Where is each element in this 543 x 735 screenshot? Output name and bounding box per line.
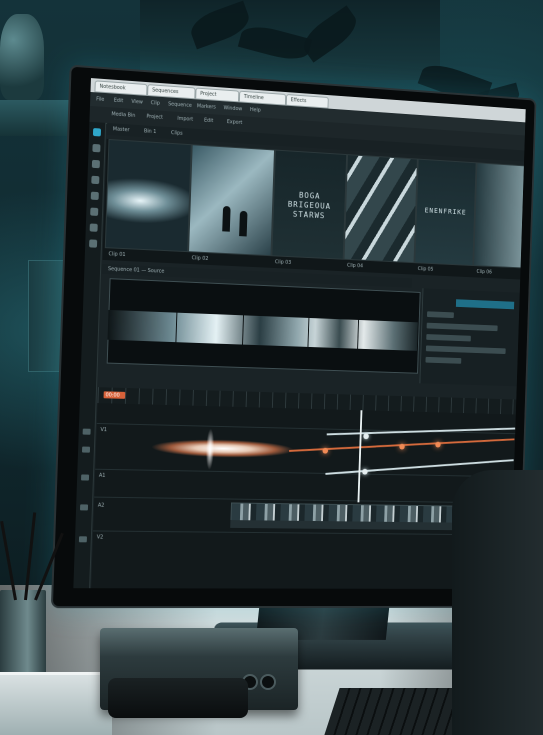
toolbar-export[interactable]: Export bbox=[227, 119, 243, 126]
thumb-label: Clip 06 bbox=[476, 269, 492, 276]
pen-holder bbox=[0, 590, 46, 680]
track-label: V1 bbox=[100, 427, 108, 434]
audio-knob bbox=[260, 674, 276, 690]
tab-label: Effects bbox=[290, 97, 307, 105]
hand-icon[interactable] bbox=[91, 159, 100, 169]
timecode-label: 00:00 bbox=[105, 392, 120, 399]
media-thumbnail[interactable] bbox=[188, 144, 275, 257]
media-thumbnail[interactable]: BOGA BRIGEOUA STARWS bbox=[271, 149, 348, 260]
thumb-label: Clip 01 bbox=[108, 251, 126, 259]
marker-icon[interactable] bbox=[90, 191, 99, 201]
notebook bbox=[0, 672, 112, 735]
audio-peak bbox=[201, 419, 219, 479]
menu-item-help[interactable]: Help bbox=[250, 107, 261, 114]
toolbar-edit[interactable]: Edit bbox=[204, 118, 213, 124]
media-thumbnail[interactable] bbox=[473, 162, 526, 269]
track-toggle[interactable] bbox=[81, 446, 91, 453]
tab-label: Notesbook bbox=[99, 83, 126, 92]
track-label: A1 bbox=[98, 472, 106, 479]
track-label: V2 bbox=[96, 534, 104, 541]
office-chair bbox=[452, 470, 543, 735]
track-toggle[interactable] bbox=[79, 504, 89, 511]
inspector-field[interactable] bbox=[425, 356, 462, 364]
track-label: A2 bbox=[97, 502, 105, 509]
lock-icon[interactable] bbox=[90, 207, 99, 216]
menu-item-window[interactable]: Window bbox=[223, 105, 242, 112]
person-silhouette bbox=[222, 205, 231, 232]
track-toggle[interactable] bbox=[81, 474, 90, 481]
tab-label: Project bbox=[200, 90, 217, 98]
keyboard bbox=[324, 688, 470, 735]
scissors-icon[interactable] bbox=[92, 143, 101, 153]
wall-shelf bbox=[0, 100, 70, 136]
media-thumbnail[interactable] bbox=[104, 138, 192, 253]
eye-icon[interactable] bbox=[89, 223, 98, 232]
track-toggle[interactable] bbox=[78, 536, 87, 543]
bin-tab-bin1[interactable]: Bin 1 bbox=[144, 128, 157, 135]
bin-tab-master[interactable]: Master bbox=[113, 126, 130, 133]
media-thumbnail[interactable] bbox=[343, 154, 418, 264]
menu-item-markers[interactable]: Markers bbox=[197, 103, 216, 110]
thumb-label: Clip 04 bbox=[346, 262, 364, 270]
select-icon[interactable] bbox=[92, 128, 102, 137]
tab-label: Sequences bbox=[152, 87, 179, 96]
tab-label: Timeline bbox=[243, 93, 264, 102]
menu-item-file[interactable]: File bbox=[96, 96, 104, 103]
desk-scene: Notesbook Sequences Project Timeline Eff… bbox=[0, 0, 543, 735]
title-card-text: ENENFRIKE bbox=[424, 206, 467, 217]
zoom-icon[interactable] bbox=[91, 175, 100, 185]
thumb-label: Clip 02 bbox=[191, 255, 209, 262]
menu-item-clip[interactable]: Clip bbox=[151, 100, 160, 107]
bin-tab-clips[interactable]: Clips bbox=[171, 130, 183, 137]
speaker-icon[interactable] bbox=[89, 239, 98, 248]
inspector-field[interactable] bbox=[426, 311, 454, 319]
toolbar-import[interactable]: Import bbox=[177, 116, 193, 123]
vase bbox=[0, 14, 44, 100]
menu-item-view[interactable]: View bbox=[131, 99, 143, 106]
toolbar-project[interactable]: Project bbox=[146, 114, 163, 121]
track-toggle[interactable] bbox=[82, 428, 91, 435]
menu-item-edit[interactable]: Edit bbox=[114, 98, 124, 105]
media-thumbnail[interactable]: ENENFRIKE bbox=[414, 158, 477, 267]
thumb-label: Clip 05 bbox=[417, 266, 434, 273]
thumb-label: Clip 03 bbox=[274, 259, 292, 266]
game-controller bbox=[108, 678, 248, 718]
title-card-text: BOGA BRIGEOUA STARWS bbox=[287, 190, 332, 221]
person-silhouette bbox=[239, 210, 248, 237]
